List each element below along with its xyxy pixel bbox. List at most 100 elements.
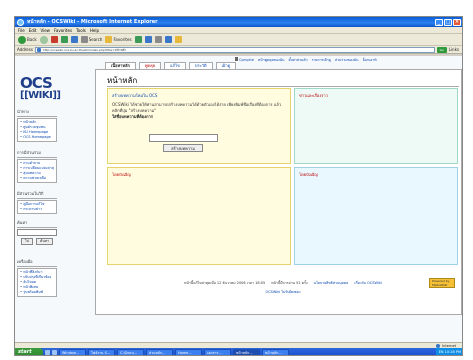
forward-arrow-icon (39, 35, 48, 44)
random-heading-left: โดยบังเอิญ (112, 172, 131, 177)
forward-button[interactable] (39, 35, 48, 44)
tab-discussion[interactable]: พูดคุย (138, 62, 162, 69)
folder-icon[interactable] (174, 36, 182, 43)
internet-explorer-icon (17, 18, 24, 26)
privacy-link[interactable]: นโยบายสิทธิส่วนบุคคล (314, 280, 349, 286)
maximize-button[interactable]: □ (444, 18, 452, 26)
task-item[interactable]: เอกสาร... (204, 349, 231, 355)
article-name-input[interactable] (149, 134, 218, 142)
browser-window: หน้าหลัก - OCSWiki - Microsoft Internet … (14, 16, 463, 356)
title-divider (107, 86, 459, 87)
menu-file[interactable]: File (18, 28, 25, 33)
address-bar: Address http://ocswiki.ocs.ku.ac.th/wiki… (15, 46, 462, 54)
mail-icon[interactable] (154, 36, 162, 43)
search-label: Search (88, 37, 103, 42)
media-icon[interactable] (134, 36, 142, 43)
go-button[interactable]: Go (436, 46, 447, 53)
quicklaunch-ie-icon[interactable] (45, 350, 50, 355)
create-article-box: สร้างบทความใหม่ใน OCS OCSWiki ได้ช่วยให้… (107, 88, 291, 164)
page-tabs: เนื้อหาหลัก พูดคุย แก้ไข ประวัติ เฝ้าดู (105, 62, 237, 69)
search-icon (80, 36, 88, 43)
back-label: Back (27, 37, 37, 42)
task-item[interactable]: หน้าหลัก... (262, 349, 289, 355)
sidebar-search-input[interactable] (17, 229, 57, 236)
navigation-portlet: นำทาง หน้าหลัก ศูนย์รวมชุมชน KU Homepage… (17, 108, 57, 142)
standard-toolbar: Back Search Favorites (15, 34, 462, 46)
tab-edit[interactable]: แก้ไข (164, 62, 186, 69)
address-label: Address (17, 47, 33, 52)
interaction-heading: การมีส่วนร่วม (17, 149, 57, 158)
sidebar-item-help[interactable]: ความช่วยเหลือ (20, 176, 54, 181)
task-item[interactable]: C:\Docu... (117, 349, 144, 355)
tab-history[interactable]: ประวัติ (188, 62, 213, 69)
quicklaunch-desktop-icon[interactable] (52, 350, 57, 355)
create-article-text: OCSWiki ได้ช่วยให้ท่านสามารถสร้างบทความไ… (112, 102, 282, 119)
start-button[interactable]: start (15, 348, 43, 355)
random-heading-right: โดยบังเอิญ (299, 172, 318, 177)
user-link-contributions[interactable]: ส่วนร่วมของฉัน (335, 57, 359, 63)
history-icon[interactable] (144, 36, 152, 43)
toolbox-heading: เครื่องมือ (17, 258, 57, 267)
close-button[interactable]: × (453, 18, 461, 26)
tab-watch[interactable]: เฝ้าดู (215, 62, 237, 69)
logo-text-wiki: [[WIKI]] (20, 90, 61, 101)
back-button[interactable]: Back (18, 35, 37, 44)
view-count-text: หน้านี้มีการอ่าน 52 ครั้ง (271, 281, 308, 285)
task-item[interactable]: ไฟล์งาน S... (88, 349, 115, 355)
powered-by-mediawiki-badge[interactable]: Powered by MediaWiki (429, 278, 455, 288)
news-box: ข่าวและเรื่องราว (294, 88, 458, 164)
task-item[interactable]: Window... (59, 349, 86, 355)
menu-view[interactable]: View (40, 28, 50, 33)
task-item[interactable]: หน้าหลัก... (233, 349, 260, 355)
disclaimer-link[interactable]: OCSWiki ไม่รับผิดชอบ (265, 289, 300, 295)
sidebar-item-printable[interactable]: รุ่นพร้อมพิมพ์ (20, 290, 54, 295)
sidebar-item-ocs-homepage[interactable]: OCS Homepage (20, 135, 54, 140)
community-heading: มีส่วนร่วมในวิกิ (17, 190, 57, 199)
sidebar-item-board[interactable]: กระดานข่าว (20, 207, 54, 212)
title-bar: หน้าหลัก - OCSWiki - Microsoft Internet … (15, 17, 462, 27)
tab-article[interactable]: เนื้อหาหลัก (105, 62, 136, 69)
search-submit-button[interactable]: ค้นหา (35, 238, 53, 245)
user-link-watchlist[interactable]: รายการเฝ้าดู (312, 57, 331, 63)
links-button[interactable]: Links (449, 47, 462, 52)
back-arrow-icon (18, 35, 26, 44)
create-article-prompt: ใส่ชื่อบทความที่ต้องการ (112, 114, 153, 119)
news-heading: ข่าวและเรื่องราว (299, 93, 328, 98)
menu-favorites[interactable]: Favorites (54, 28, 72, 33)
logo-text-ocs: OCS (20, 74, 53, 92)
task-item[interactable]: Home... (175, 349, 202, 355)
refresh-icon[interactable] (60, 36, 68, 43)
menu-tools[interactable]: Tools (76, 28, 86, 33)
user-link-username[interactable]: Cpruphe (235, 57, 254, 63)
user-link-logout[interactable]: ล็อกเอาท์ (363, 57, 377, 63)
create-article-button[interactable]: สร้างบทความ (163, 144, 203, 152)
page-content: หน้าหลัก สร้างบทความใหม่ใน OCS OCSWiki ไ… (95, 69, 462, 315)
user-link-talk[interactable]: หน้าพูดคุยของฉัน (258, 57, 285, 63)
favorites-label: Favorites (113, 37, 132, 42)
system-tray-clock[interactable]: EN 10:28 PM (435, 348, 462, 355)
menu-edit[interactable]: Edit (29, 28, 37, 33)
minimize-button[interactable]: _ (435, 18, 443, 26)
favorites-button[interactable]: Favorites (105, 36, 132, 43)
zone-text: Internet (442, 343, 456, 348)
user-link-preferences[interactable]: ตั้งค่าส่วนตัว (289, 57, 308, 63)
menu-help[interactable]: Help (90, 28, 99, 33)
menu-bar: File Edit View Favorites Tools Help (15, 27, 462, 34)
task-item[interactable]: ส่วนหลัก... (146, 349, 173, 355)
about-link[interactable]: เกี่ยวกับ OCSWiki (354, 280, 382, 286)
search-button[interactable]: Search (80, 36, 103, 43)
user-links: Cpruphe หน้าพูดคุยของฉัน ตั้งค่าส่วนตัว … (235, 57, 377, 63)
star-icon (105, 36, 113, 43)
home-icon[interactable] (70, 36, 78, 43)
search-go-button[interactable]: ไป (21, 238, 33, 245)
search-portlet: ค้นหา ไป ค้นหา (17, 219, 57, 245)
last-modified-text: หน้านี้แก้ไขล่าสุดเมื่อ 12 ธันวาคม 2006 … (184, 281, 266, 285)
interaction-portlet: การมีส่วนร่วม ถามคำถาม การเปลี่ยนแปลงล่า… (17, 149, 57, 183)
page-viewport: OCS [[WIKI]] นำทาง หน้าหลัก ศูนย์รวมชุมช… (15, 56, 462, 342)
toolbox-portlet: เครื่องมือ หน้าที่ลิงก์มา ปรับปรุงที่เกี… (17, 258, 57, 297)
navigation-heading: นำทาง (17, 108, 57, 117)
stop-icon[interactable] (50, 36, 58, 43)
ocs-wiki-logo[interactable]: OCS [[WIKI]] (20, 74, 61, 102)
print-icon[interactable] (164, 36, 172, 43)
address-input[interactable]: http://ocswiki.ocs.ku.ac.th/wiki/index.p… (34, 46, 435, 53)
